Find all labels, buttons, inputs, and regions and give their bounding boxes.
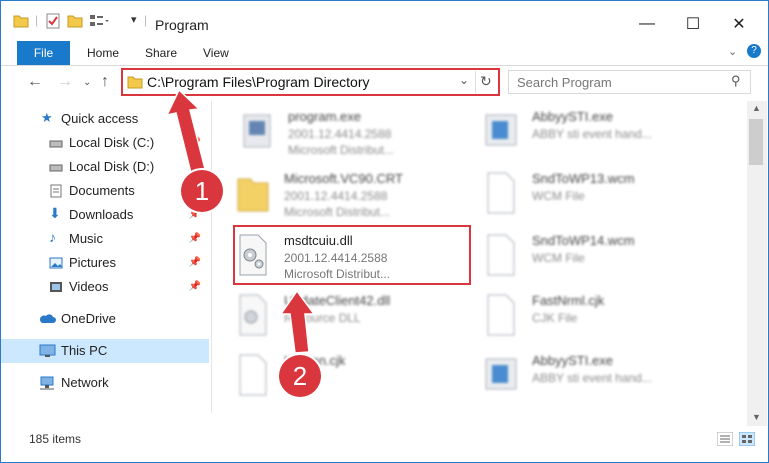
arrow-2-icon [279,289,316,354]
explorer-window: | ▾ | Program — ☐ ✕ File Home Share View… [0,0,769,463]
step-badge-1: 1 [181,170,223,212]
arrow-1-icon [165,88,207,178]
step-badge-2: 2 [279,355,321,397]
annotation-arrows [165,88,316,354]
